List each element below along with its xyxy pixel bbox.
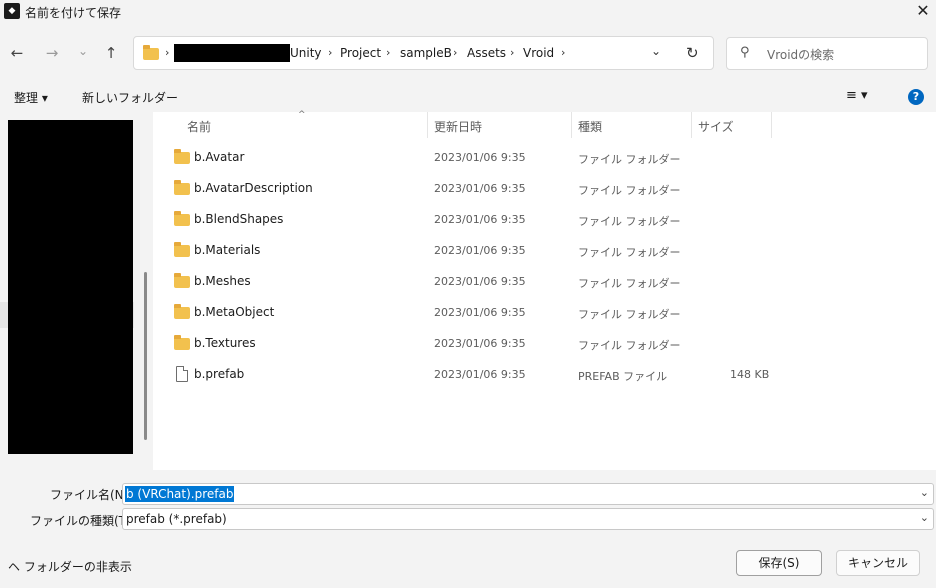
file-type: ファイル フォルダー bbox=[578, 215, 681, 228]
file-type: ファイル フォルダー bbox=[578, 153, 681, 166]
forward-arrow-icon[interactable]: → bbox=[41, 42, 63, 64]
filetype-dropdown-icon[interactable]: ⌄ bbox=[920, 511, 929, 524]
folder-icon bbox=[174, 335, 190, 350]
new-folder-button[interactable]: 新しいフォルダー bbox=[82, 89, 178, 106]
title-bar: ◆ 名前を付けて保存 ✕ bbox=[0, 0, 936, 24]
file-type: ファイル フォルダー bbox=[578, 184, 681, 197]
cancel-button[interactable]: キャンセル bbox=[836, 550, 920, 576]
recent-locations-chevron-icon[interactable]: ⌄ bbox=[72, 40, 94, 62]
file-date: 2023/01/06 9:35 bbox=[434, 275, 526, 288]
file-name[interactable]: b.Meshes bbox=[194, 274, 251, 288]
sort-ascending-icon: ^ bbox=[298, 110, 306, 120]
breadcrumb-chevron-icon[interactable]: › bbox=[386, 46, 390, 59]
breadcrumb-item[interactable]: Assets bbox=[467, 46, 506, 60]
breadcrumb-chevron-icon[interactable]: › bbox=[453, 46, 457, 59]
column-divider[interactable] bbox=[771, 112, 772, 138]
file-type: ファイル フォルダー bbox=[578, 246, 681, 259]
file-date: 2023/01/06 9:35 bbox=[434, 213, 526, 226]
column-header-date[interactable]: 更新日時 bbox=[434, 118, 482, 135]
file-name[interactable]: b.Textures bbox=[194, 336, 256, 350]
folder-icon bbox=[174, 211, 190, 226]
file-name[interactable]: b.Materials bbox=[194, 243, 260, 257]
hide-folders-toggle[interactable]: ヘ フォルダーの非表示 bbox=[8, 558, 132, 575]
up-arrow-icon[interactable]: ↑ bbox=[100, 42, 122, 64]
folder-icon bbox=[174, 273, 190, 288]
filename-value[interactable]: b (VRChat).prefab bbox=[125, 486, 235, 502]
column-divider[interactable] bbox=[427, 112, 428, 138]
search-icon: ⚲ bbox=[740, 45, 750, 60]
column-divider[interactable] bbox=[691, 112, 692, 138]
unity-icon: ◆ bbox=[4, 3, 20, 19]
folder-icon bbox=[174, 149, 190, 164]
address-bar[interactable]: › Unity › Project › sampleB › Assets › V… bbox=[133, 36, 714, 70]
search-input[interactable]: ⚲ Vroidの検索 bbox=[726, 37, 928, 70]
file-type: ファイル フォルダー bbox=[578, 339, 681, 352]
file-size: 148 KB bbox=[730, 368, 770, 381]
breadcrumb-chevron-icon[interactable]: › bbox=[510, 46, 514, 59]
file-list[interactable] bbox=[153, 112, 936, 470]
search-placeholder: Vroidの検索 bbox=[767, 48, 835, 62]
folder-icon bbox=[174, 180, 190, 195]
file-date: 2023/01/06 9:35 bbox=[434, 337, 526, 350]
filetype-select[interactable]: prefab (*.prefab) ⌄ bbox=[122, 508, 934, 530]
breadcrumb-chevron-icon: › bbox=[165, 46, 170, 59]
file-type: PREFAB ファイル bbox=[578, 370, 668, 383]
breadcrumb-item[interactable]: Vroid bbox=[523, 46, 554, 60]
column-divider[interactable] bbox=[571, 112, 572, 138]
filetype-label: ファイルの種類(T): bbox=[30, 514, 135, 528]
breadcrumb-chevron-icon[interactable]: › bbox=[561, 46, 565, 59]
file-name[interactable]: b.prefab bbox=[194, 367, 244, 381]
column-header-type[interactable]: 種類 bbox=[578, 118, 602, 135]
navigation-scrollbar[interactable] bbox=[144, 272, 147, 440]
filename-field[interactable]: b (VRChat).prefab ⌄ bbox=[122, 483, 934, 505]
filename-dropdown-icon[interactable]: ⌄ bbox=[920, 486, 929, 499]
file-date: 2023/01/06 9:35 bbox=[434, 151, 526, 164]
file-name[interactable]: b.Avatar bbox=[194, 150, 244, 164]
breadcrumb-item[interactable]: Project bbox=[340, 46, 381, 60]
address-dropdown-icon[interactable]: ⌄ bbox=[651, 44, 661, 58]
file-name[interactable]: b.BlendShapes bbox=[194, 212, 283, 226]
filetype-value: prefab (*.prefab) bbox=[126, 512, 227, 526]
file-type: ファイル フォルダー bbox=[578, 308, 681, 321]
file-date: 2023/01/06 9:35 bbox=[434, 182, 526, 195]
breadcrumb-item[interactable]: Unity bbox=[290, 46, 322, 60]
organize-menu[interactable]: 整理 ▾ bbox=[14, 89, 48, 106]
filename-label: ファイル名(N): bbox=[50, 488, 133, 502]
breadcrumb-item[interactable]: sampleB bbox=[400, 46, 452, 60]
help-icon[interactable]: ? bbox=[908, 89, 924, 105]
view-options-icon[interactable]: ≡ ▾ bbox=[846, 88, 868, 103]
file-date: 2023/01/06 9:35 bbox=[434, 244, 526, 257]
folder-icon bbox=[174, 242, 190, 257]
column-header-name[interactable]: 名前 bbox=[187, 118, 211, 135]
file-name[interactable]: b.MetaObject bbox=[194, 305, 274, 319]
back-arrow-icon[interactable]: ← bbox=[6, 42, 28, 64]
file-icon bbox=[176, 366, 188, 382]
save-button[interactable]: 保存(S) bbox=[736, 550, 822, 576]
redacted-navigation bbox=[8, 120, 133, 454]
refresh-icon[interactable]: ↻ bbox=[686, 44, 699, 62]
close-icon[interactable]: ✕ bbox=[910, 0, 936, 24]
window-title: 名前を付けて保存 bbox=[25, 6, 122, 20]
folder-icon bbox=[174, 304, 190, 319]
breadcrumb-chevron-icon[interactable]: › bbox=[328, 46, 332, 59]
folder-icon bbox=[143, 45, 159, 60]
redacted-path bbox=[174, 44, 290, 62]
file-type: ファイル フォルダー bbox=[578, 277, 681, 290]
file-date: 2023/01/06 9:35 bbox=[434, 368, 526, 381]
file-name[interactable]: b.AvatarDescription bbox=[194, 181, 313, 195]
file-date: 2023/01/06 9:35 bbox=[434, 306, 526, 319]
column-header-size[interactable]: サイズ bbox=[698, 118, 734, 135]
